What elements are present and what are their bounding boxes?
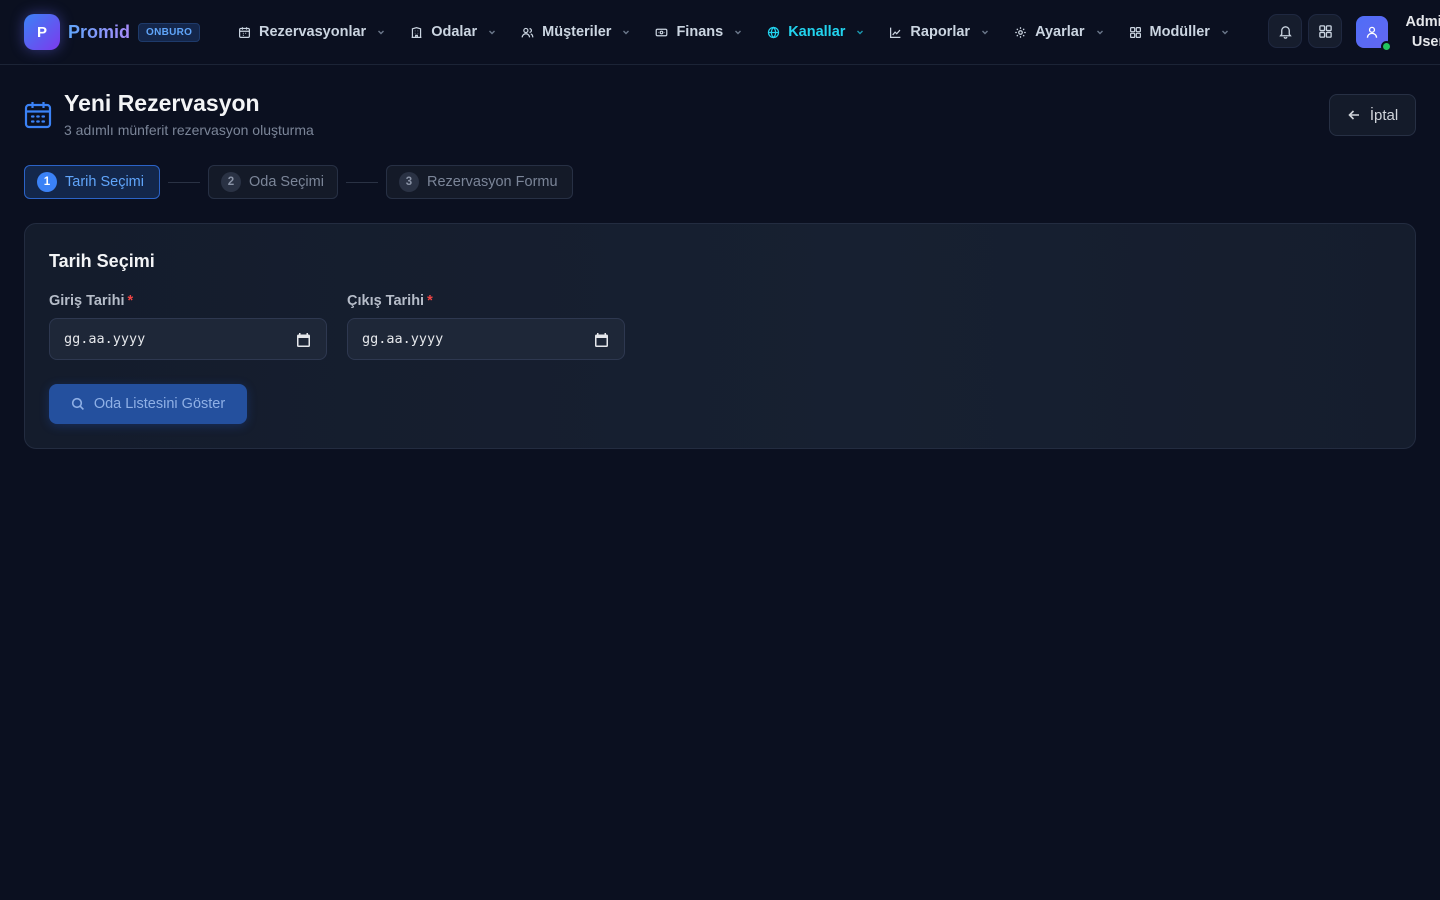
nav-label: Kanallar — [788, 24, 846, 40]
main-nav: Rezervasyonlar Odalar Müşteriler Finans … — [226, 14, 1242, 50]
grid-icon — [1318, 24, 1332, 38]
chevron-down-icon — [623, 30, 630, 35]
checkin-date-input[interactable]: gg.aa.yyyy — [49, 318, 327, 360]
chevron-down-icon — [857, 30, 864, 35]
step-room-selection[interactable]: 2 Oda Seçimi — [208, 165, 338, 199]
nav-label: Finans — [676, 24, 724, 40]
nav-label: Ayarlar — [1035, 24, 1085, 40]
nav-label: Müşteriler — [542, 24, 612, 40]
chevron-down-icon — [489, 30, 496, 35]
nav-label: Odalar — [431, 24, 478, 40]
date-selection-card: Tarih Seçimi Giriş Tarihi * gg.aa.yyyy Çı… — [24, 223, 1416, 449]
cancel-label: İptal — [1369, 106, 1399, 124]
user-icon — [1366, 26, 1378, 38]
nav-item-reports[interactable]: Raporlar — [877, 14, 1002, 50]
banknote-icon — [656, 28, 668, 36]
calendar-picker-icon[interactable] — [297, 333, 310, 347]
globe-icon — [768, 26, 780, 38]
nav-label: Raporlar — [910, 24, 971, 40]
nav-item-channels[interactable]: Kanallar — [755, 14, 877, 50]
building-icon — [411, 26, 422, 38]
step-connector — [168, 182, 200, 183]
checkin-label-text: Giriş Tarihi — [49, 293, 125, 309]
checkout-date-input[interactable]: gg.aa.yyyy — [347, 318, 625, 360]
calendar-icon — [24, 102, 52, 129]
chevron-down-icon — [1096, 30, 1103, 35]
nav-item-modules[interactable]: Modüller — [1117, 14, 1242, 50]
brand[interactable]: P Promid ONBURO — [24, 14, 201, 50]
cancel-button[interactable]: İptal — [1329, 94, 1416, 136]
checkin-placeholder: gg.aa.yyyy — [64, 331, 146, 347]
required-mark: * — [427, 293, 433, 309]
step-date-selection[interactable]: 1 Tarih Seçimi — [24, 165, 160, 199]
calendar-picker-icon[interactable] — [595, 333, 608, 347]
checkout-label: Çıkış Tarihi * — [347, 293, 433, 309]
card-title: Tarih Seçimi — [49, 251, 155, 271]
step-connector — [346, 182, 378, 183]
arrow-left-icon — [1348, 110, 1359, 120]
checkout-placeholder: gg.aa.yyyy — [362, 331, 444, 347]
online-status-dot — [1381, 41, 1392, 52]
required-mark: * — [127, 293, 134, 309]
step-number: 1 — [37, 172, 57, 192]
brand-logo: P — [24, 14, 60, 50]
grid-icon — [1129, 26, 1141, 38]
bell-icon — [1278, 25, 1292, 39]
avatar[interactable] — [1356, 16, 1392, 52]
top-navbar: P Promid ONBURO Rezervasyonlar Odalar Mü… — [0, 0, 1440, 65]
step-label: Tarih Seçimi — [65, 174, 144, 190]
chevron-down-icon — [378, 30, 385, 35]
nav-label: Rezervasyonlar — [259, 24, 367, 40]
nav-item-finance[interactable]: Finans — [643, 14, 755, 50]
show-room-list-button[interactable]: Oda Listesini Göster — [49, 384, 247, 424]
nav-item-settings[interactable]: Ayarlar — [1002, 14, 1116, 50]
step-number: 2 — [221, 172, 241, 192]
nav-item-customers[interactable]: Müşteriler — [509, 14, 643, 50]
checkin-label: Giriş Tarihi * — [49, 293, 133, 309]
chevron-down-icon — [735, 30, 742, 35]
notifications-button[interactable] — [1268, 14, 1302, 48]
gear-icon — [1015, 26, 1026, 38]
calendar-icon — [239, 26, 250, 38]
step-label: Oda Seçimi — [249, 174, 324, 190]
user-name[interactable]: Admin User — [1398, 12, 1440, 52]
step-number: 3 — [399, 172, 419, 192]
nav-item-reservations[interactable]: Rezervasyonlar — [226, 14, 398, 50]
page-title: Yeni Rezervasyon — [64, 90, 260, 116]
chart-icon — [890, 27, 901, 38]
brand-badge: ONBURO — [138, 22, 201, 42]
page-subtitle: 3 adımlı münferit rezervasyon oluşturma — [64, 122, 314, 138]
apps-button[interactable] — [1308, 14, 1342, 48]
brand-name: Promid — [68, 21, 131, 42]
chevron-down-icon — [982, 30, 989, 35]
show-room-list-label: Oda Listesini Göster — [93, 396, 226, 412]
search-icon — [71, 397, 84, 410]
nav-label: Modüller — [1149, 24, 1210, 40]
step-reservation-form[interactable]: 3 Rezervasyon Formu — [386, 165, 573, 199]
chevron-down-icon — [1221, 30, 1228, 35]
nav-item-rooms[interactable]: Odalar — [398, 14, 509, 50]
users-icon — [521, 27, 534, 37]
checkout-label-text: Çıkış Tarihi — [347, 293, 425, 309]
step-label: Rezervasyon Formu — [427, 174, 558, 190]
